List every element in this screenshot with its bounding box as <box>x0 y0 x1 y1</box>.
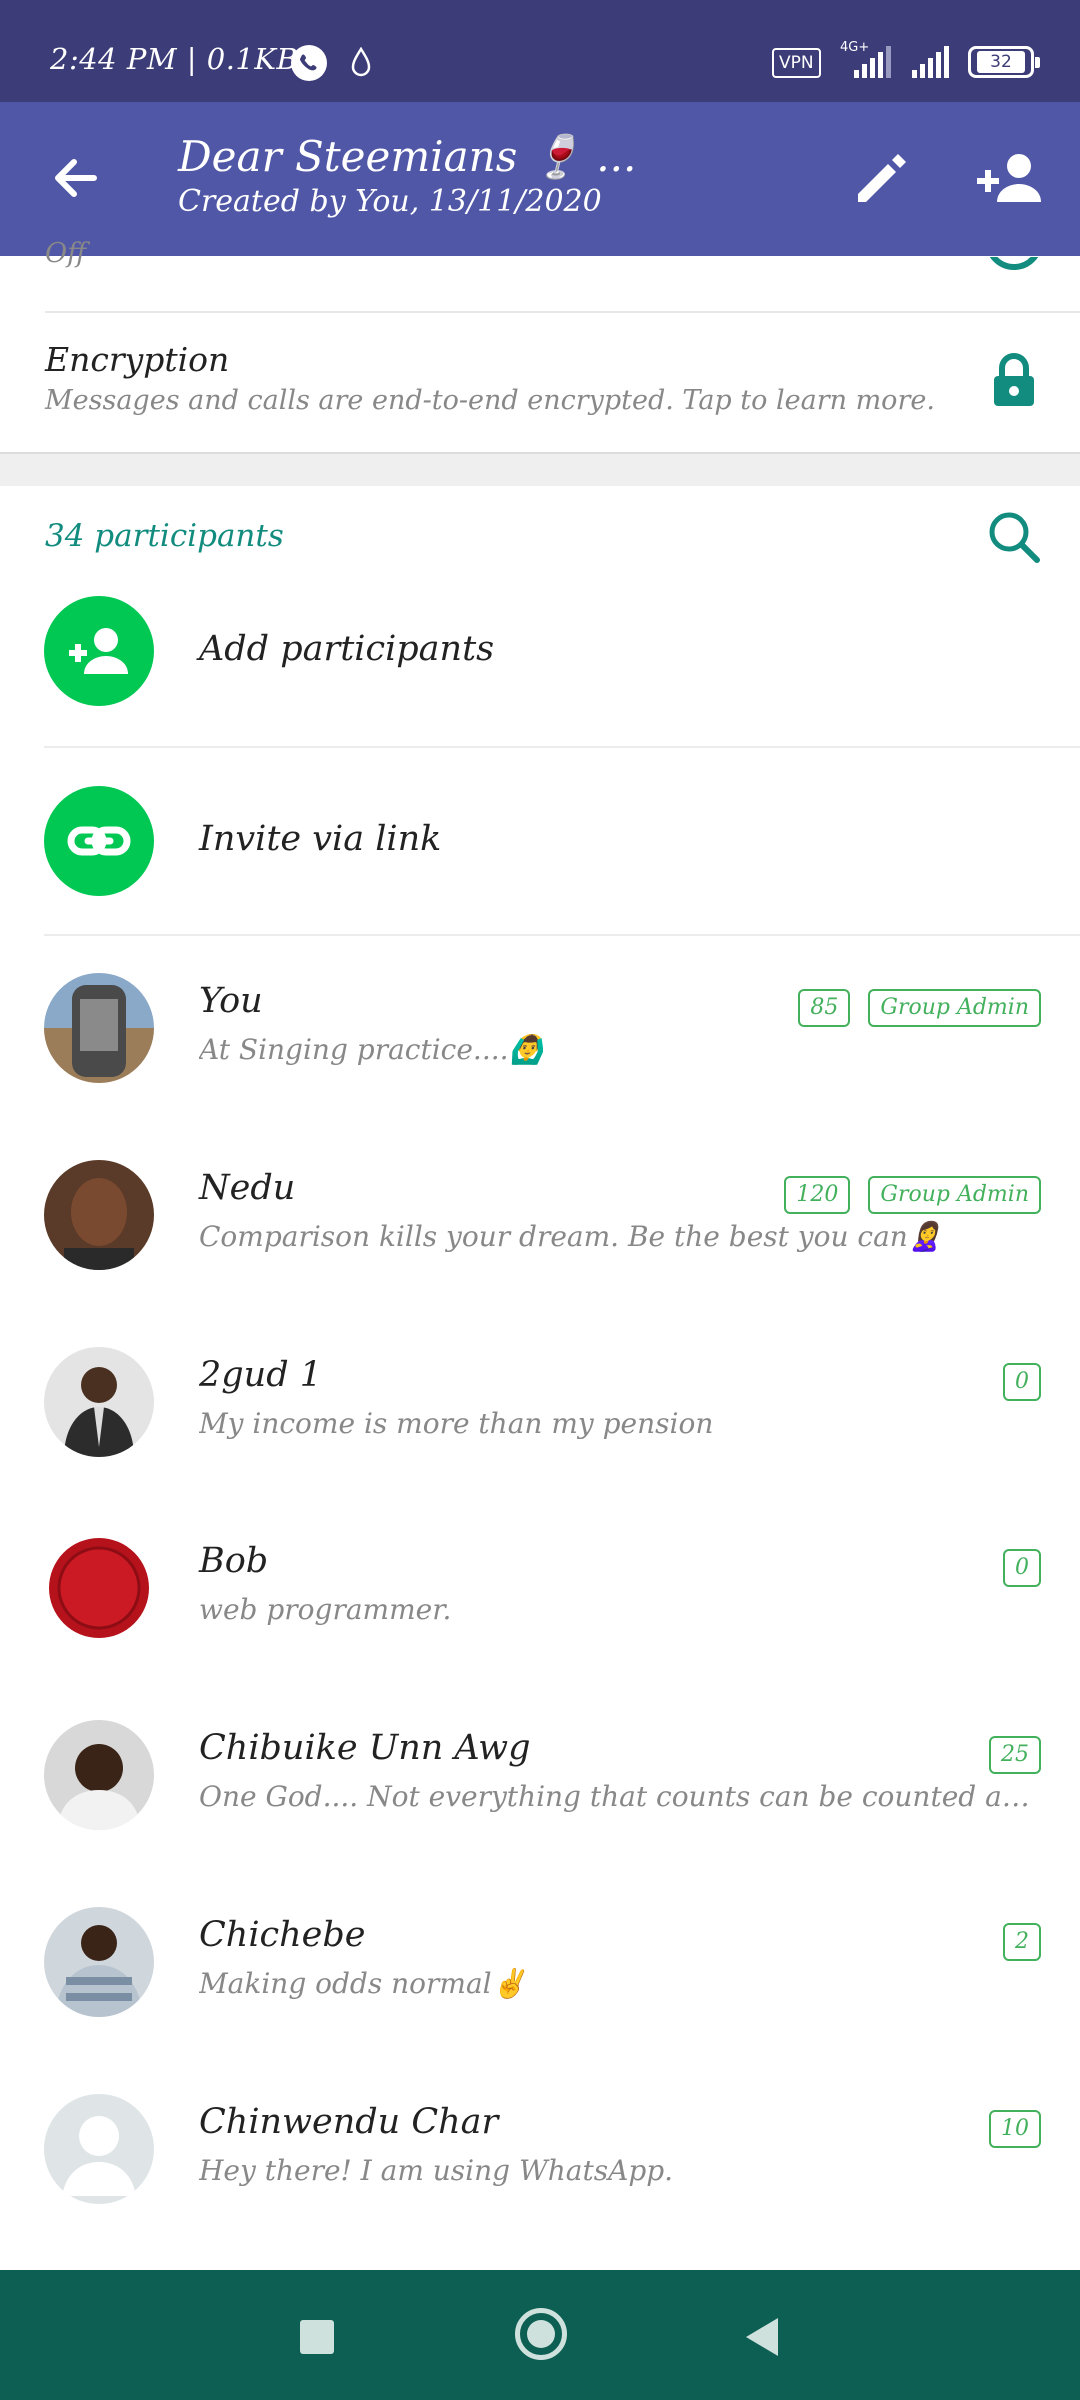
battery-level: 32 <box>977 51 1025 73</box>
participant-status: My income is more than my pension <box>199 1407 714 1440</box>
add-participants-button[interactable]: Add participants <box>0 596 1080 746</box>
vpn-indicator: VPN <box>772 48 821 78</box>
participant-row[interactable]: Chibuike Unn Awg One God.... Not everyth… <box>0 1720 1080 1907</box>
avatar <box>44 973 154 1083</box>
add-participants-label: Add participants <box>199 629 495 669</box>
recents-icon[interactable] <box>300 2320 334 2354</box>
participant-score-badge: 0 <box>1003 1549 1041 1587</box>
encryption-subtitle[interactable]: Messages and calls are end-to-end encryp… <box>45 385 935 416</box>
participant-name: Chichebe <box>199 1915 366 1955</box>
encryption-title[interactable]: Encryption <box>45 340 229 379</box>
app-bar: Dear Steemians 🍷 ... Created by You, 13/… <box>0 102 1080 256</box>
participant-score-badge: 85 <box>798 989 851 1027</box>
participant-status: At Singing practice....🙆‍♂️ <box>199 1033 544 1066</box>
divider <box>45 311 1080 313</box>
battery-icon: 32 <box>968 46 1040 78</box>
participant-score-badge: 0 <box>1003 1363 1041 1401</box>
group-admin-badge: Group Admin <box>868 989 1041 1027</box>
pencil-icon[interactable] <box>850 148 912 210</box>
system-nav-bar <box>0 2270 1080 2400</box>
status-time: 2:44 PM | 0.1KB/s <box>50 42 325 76</box>
avatar <box>44 1907 154 2017</box>
participant-score-badge: 25 <box>989 1736 1041 1774</box>
home-icon[interactable] <box>515 2308 567 2360</box>
group-subtitle: Created by You, 13/11/2020 <box>178 184 602 219</box>
avatar <box>44 1160 154 1270</box>
participant-row[interactable]: Chinwendu Char Hey there! I am using Wha… <box>0 2094 1080 2281</box>
invite-via-link-button[interactable]: Invite via link <box>0 786 1080 936</box>
back-triangle-icon[interactable] <box>742 2316 782 2358</box>
participant-score-badge: 120 <box>784 1176 851 1214</box>
person-add-icon[interactable] <box>975 148 1047 210</box>
participant-status: Hey there! I am using WhatsApp. <box>199 2154 674 2187</box>
default-avatar-icon <box>44 2094 154 2204</box>
avatar <box>44 1347 154 1457</box>
participant-status: Making odds normal✌️ <box>199 1967 527 2000</box>
whatsapp-notification-icon <box>291 45 327 81</box>
link-icon <box>44 786 154 896</box>
participant-name: 2gud 1 <box>199 1355 323 1395</box>
participant-row[interactable]: Chichebe Making odds normal✌️ 2 <box>0 1907 1080 2094</box>
participant-status: web programmer. <box>199 1593 452 1626</box>
avatar <box>44 1720 154 1830</box>
status-bar: 2:44 PM | 0.1KB/s VPN 4G+ 32 <box>0 0 1080 102</box>
divider <box>44 934 1080 936</box>
group-title[interactable]: Dear Steemians 🍷 ... <box>178 132 636 182</box>
divider <box>44 746 1080 748</box>
participant-name: Chinwendu Char <box>199 2102 499 2142</box>
group-admin-badge: Group Admin <box>868 1176 1041 1214</box>
participant-row[interactable]: Bob web programmer. 0 <box>0 1533 1080 1720</box>
data-saver-icon <box>351 47 371 77</box>
arrow-left-icon[interactable] <box>44 146 108 210</box>
participant-row[interactable]: Nedu Comparison kills your dream. Be the… <box>0 1160 1080 1347</box>
participant-score-badge: 10 <box>989 2110 1041 2148</box>
participant-row[interactable]: You At Singing practice....🙆‍♂️ 85 Group… <box>0 973 1080 1160</box>
participant-name: You <box>199 981 263 1021</box>
person-add-icon <box>44 596 154 706</box>
setting-value-off: Off <box>45 238 87 269</box>
participant-row[interactable]: 2gud 1 My income is more than my pension… <box>0 1347 1080 1534</box>
invite-via-link-label: Invite via link <box>199 819 442 859</box>
signal-icon <box>854 46 891 78</box>
lock-icon <box>994 353 1034 406</box>
participant-status: Comparison kills your dream. Be the best… <box>199 1220 943 1253</box>
avatar <box>44 1533 154 1643</box>
participant-name: Chibuike Unn Awg <box>199 1728 531 1768</box>
participant-name: Nedu <box>199 1168 296 1208</box>
search-icon[interactable] <box>985 508 1041 564</box>
section-separator <box>0 452 1080 486</box>
participant-score-badge: 2 <box>1003 1923 1041 1961</box>
signal-icon <box>912 46 949 78</box>
participant-name: Bob <box>199 1541 269 1581</box>
participants-count: 34 participants <box>45 518 284 554</box>
participant-status: One God.... Not everything that counts c… <box>199 1780 1035 1813</box>
